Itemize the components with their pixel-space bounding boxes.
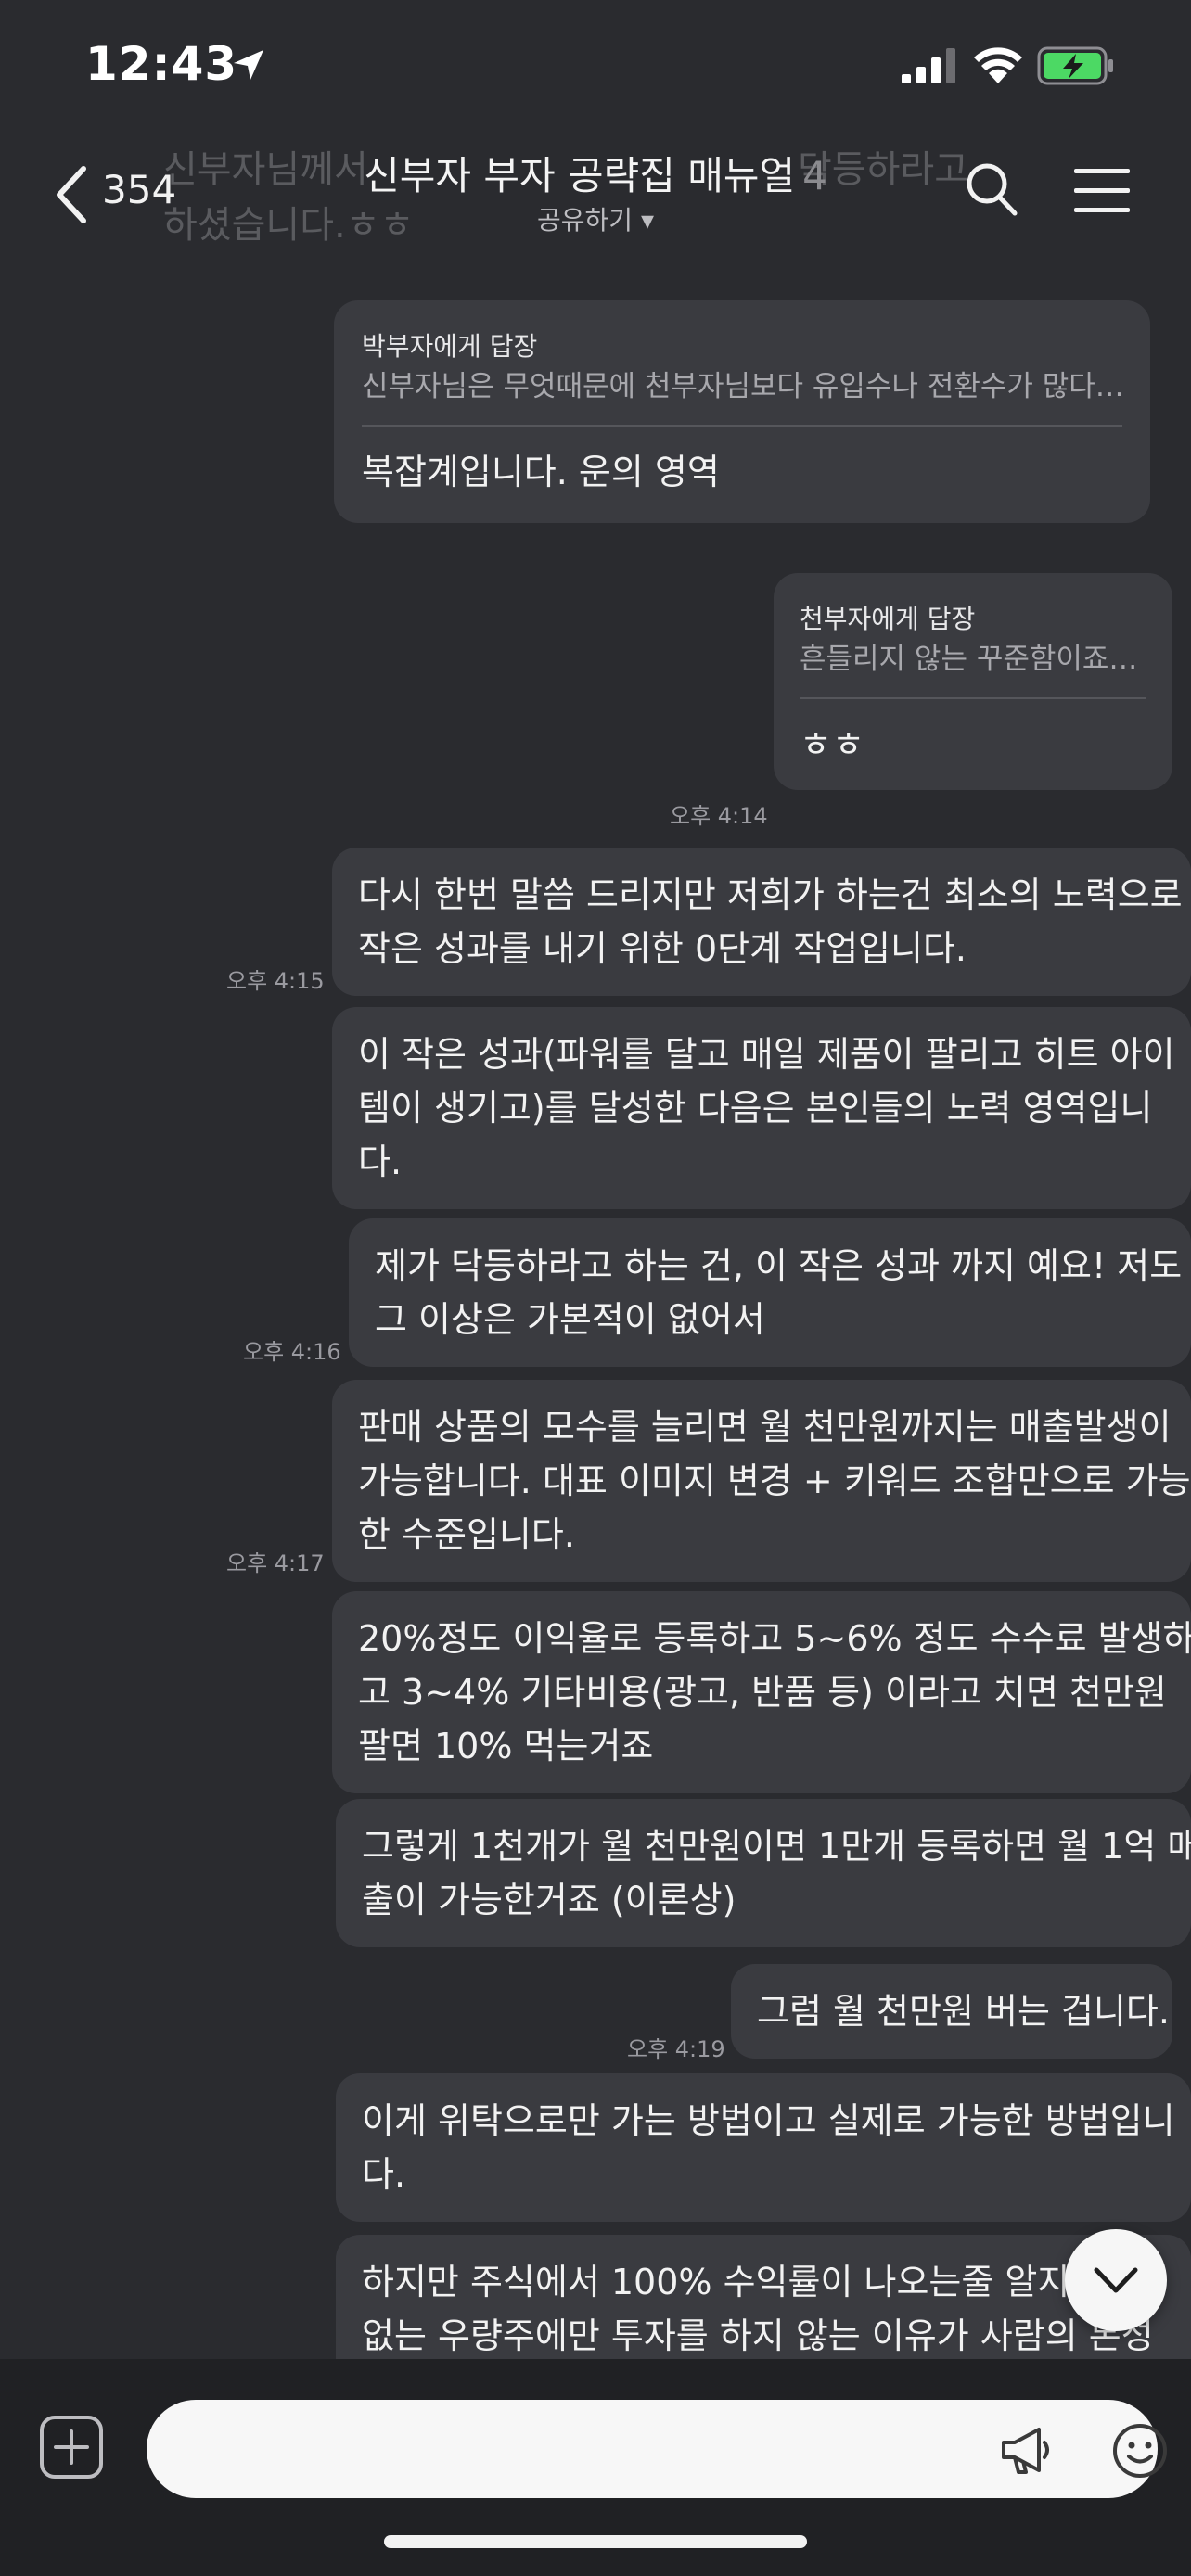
message-composer bbox=[0, 2359, 1191, 2576]
message-bubble[interactable]: 판매 상품의 모수를 늘리면 월 천만원까지는 매출발생이 가능합니다. 대표 … bbox=[332, 1380, 1191, 1582]
message-time: 오후 4:16 bbox=[243, 1339, 341, 1365]
reply-divider bbox=[800, 697, 1146, 699]
reply-target: 천부자에게 답장 bbox=[800, 604, 976, 634]
message-bubble[interactable]: 20%정도 이익율로 등록하고 5~6% 정도 수수료 발생하 고 3~4% 기… bbox=[332, 1591, 1191, 1793]
chat-header: 354 신부자 부자 공략집 매뉴얼 4 공유하기 ▾ bbox=[0, 111, 1191, 250]
status-time: 12:43 bbox=[85, 37, 238, 91]
reply-quote: 신부자님은 무엇때문에 천부자님보다 유입수나 전환수가 많다… bbox=[362, 370, 1124, 403]
wifi-icon bbox=[974, 47, 1022, 83]
message-time: 오후 4:17 bbox=[226, 1550, 325, 1576]
message-text: 다. bbox=[362, 2154, 406, 2195]
message-text: 한 수준입니다. bbox=[358, 1514, 575, 1555]
message-time: 오후 4:14 bbox=[670, 803, 768, 829]
message-text: 제가 닥등하라고 하는 건, 이 작은 성과 까지 예요! 저도 bbox=[375, 1245, 1183, 1286]
message-text: 다시 한번 말씀 드리지만 저희가 하는건 최소의 노력으로 bbox=[358, 874, 1183, 915]
message-text: 팔면 10% 먹는거죠 bbox=[358, 1726, 654, 1766]
message-bubble[interactable]: 그럼 월 천만원 버는 겁니다. bbox=[731, 1964, 1172, 2059]
message-text: 이 작은 성과(파워를 달고 매일 제품이 팔리고 히트 아이 bbox=[358, 1034, 1175, 1075]
message-bubble[interactable]: 제가 닥등하라고 하는 건, 이 작은 성과 까지 예요! 저도 그 이상은 가… bbox=[349, 1218, 1191, 1367]
message-text: 20%정도 이익율로 등록하고 5~6% 정도 수수료 발생하 bbox=[358, 1618, 1191, 1659]
message-text: ㅎㅎ bbox=[800, 724, 864, 765]
battery-charging-icon bbox=[1037, 46, 1113, 85]
message-text: 그럼 월 천만원 버는 겁니다. bbox=[757, 1991, 1170, 2032]
status-bar: 12:43 bbox=[0, 0, 1191, 130]
search-icon[interactable] bbox=[965, 161, 1018, 217]
message-text: 템이 생기고)를 달성한 다음은 본인들의 노력 영역입니 bbox=[358, 1088, 1153, 1129]
message-text: 고 3~4% 기타비용(광고, 반품 등) 이라고 치면 천만원 bbox=[358, 1672, 1167, 1713]
message-text: 판매 상품의 모수를 늘리면 월 천만원까지는 매출발생이 bbox=[358, 1407, 1172, 1447]
reply-target: 박부자에게 답장 bbox=[362, 331, 538, 362]
reply-quote: 흔들리지 않는 꾸준함이죠… bbox=[800, 643, 1138, 676]
emoji-icon[interactable] bbox=[1111, 2422, 1169, 2480]
message-text: 출이 가능한거죠 (이론상) bbox=[362, 1880, 736, 1920]
message-text: 하지만 주식에서 100% 수익률이 나오는줄 알지만 bbox=[362, 2262, 1103, 2302]
message-text: 작은 성과를 내기 위한 0단계 작업입니다. bbox=[358, 928, 967, 969]
message-bubble[interactable]: 이 작은 성과(파워를 달고 매일 제품이 팔리고 히트 아이 템이 생기고)를… bbox=[332, 1007, 1191, 1209]
cellular-signal-icon bbox=[902, 48, 955, 83]
message-text: 복잡계입니다. 운의 영역 bbox=[362, 452, 720, 492]
message-bubble[interactable]: 그렇게 1천개가 월 천만원이면 1만개 등록하면 월 1억 매 출이 가능한거… bbox=[336, 1799, 1191, 1947]
reply-divider bbox=[362, 425, 1122, 427]
message-bubble[interactable]: 이게 위탁으로만 가는 방법이고 실제로 가능한 방법입니 다. bbox=[336, 2073, 1191, 2222]
home-indicator bbox=[384, 2535, 807, 2548]
message-text: 그렇게 1천개가 월 천만원이면 1만개 등록하면 월 1억 매 bbox=[362, 1826, 1191, 1867]
message-text: 가능합니다. 대표 이미지 변경 + 키워드 조합만으로 가능 bbox=[358, 1460, 1191, 1501]
message-input[interactable] bbox=[184, 2422, 926, 2476]
message-text: 이게 위탁으로만 가는 방법이고 실제로 가능한 방법입니 bbox=[362, 2100, 1175, 2141]
message-time: 오후 4:19 bbox=[627, 2036, 725, 2062]
location-arrow-icon bbox=[234, 50, 263, 80]
message-time: 오후 4:15 bbox=[226, 968, 325, 994]
scroll-to-bottom-button[interactable] bbox=[1065, 2229, 1167, 2331]
room-name: 신부자 부자 공략집 매뉴얼 bbox=[364, 153, 796, 198]
message-text: 없는 우량주에만 투자를 하지 않는 이유가 사람의 본성 bbox=[362, 2315, 1154, 2356]
chat-screen: 신부자님께서 닥등하라고 하셨습니다.ㅎㅎ 12:43 354 신부자 부자 공… bbox=[0, 0, 1191, 2576]
message-bubble-reply[interactable]: 천부자에게 답장 흔들리지 않는 꾸준함이죠… ㅎㅎ bbox=[774, 573, 1172, 790]
megaphone-icon[interactable] bbox=[998, 2424, 1054, 2476]
message-text: 그 이상은 가본적이 없어서 bbox=[375, 1299, 765, 1340]
member-count: 4 bbox=[802, 153, 827, 198]
hamburger-menu-icon[interactable] bbox=[1072, 167, 1132, 215]
message-bubble-reply[interactable]: 박부자에게 답장 신부자님은 무엇때문에 천부자님보다 유입수나 전환수가 많다… bbox=[334, 300, 1150, 523]
message-bubble[interactable]: 다시 한번 말씀 드리지만 저희가 하는건 최소의 노력으로 작은 성과를 내기… bbox=[332, 848, 1191, 996]
message-input-container[interactable] bbox=[147, 2400, 1167, 2498]
chevron-down-icon bbox=[1094, 2267, 1138, 2293]
message-text: 다. bbox=[358, 1141, 403, 1182]
plus-icon[interactable] bbox=[39, 2415, 104, 2480]
